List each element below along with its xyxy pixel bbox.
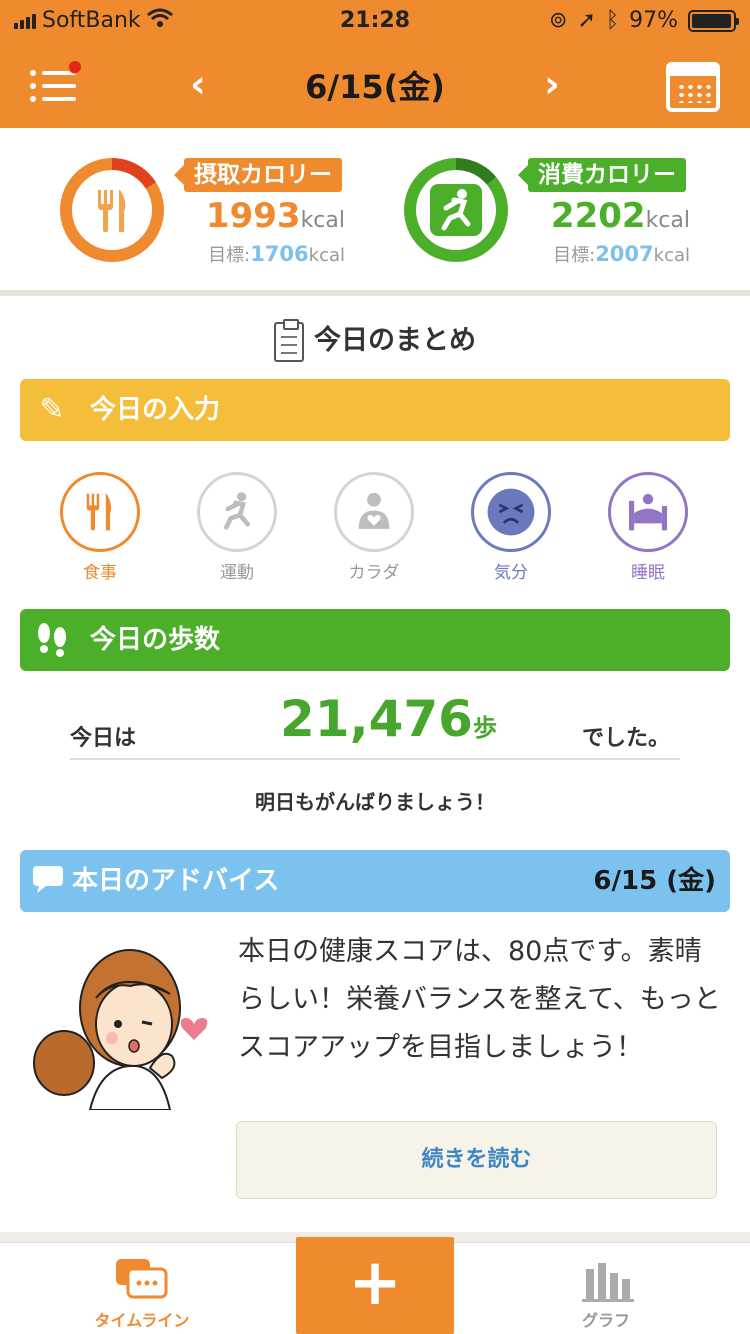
intake-ring[interactable] <box>60 158 164 262</box>
input-meal[interactable]: 食事 <box>58 472 142 583</box>
calendar-icon <box>677 83 711 103</box>
rotation-lock-icon: ⊚ <box>549 8 568 33</box>
body-heart-icon <box>334 472 414 552</box>
chat-bubbles-icon <box>52 1255 232 1307</box>
notification-badge <box>68 60 82 74</box>
bar-chart-icon <box>516 1255 696 1307</box>
advice-section-header: 本日のアドバイス 6/15 (金) <box>20 850 730 912</box>
app-screen: SoftBank 21:28 ⊚ ➚ ᛒ 97% ‹ 6/15(金) › 摂取カ… <box>0 0 750 1334</box>
running-person-icon <box>416 170 496 250</box>
fork-knife-icon <box>72 170 152 250</box>
tab-graph[interactable]: グラフ <box>516 1243 696 1334</box>
read-more-button[interactable]: 続きを読む <box>236 1121 717 1199</box>
menu-button[interactable] <box>30 60 82 106</box>
bluetooth-icon: ᛒ <box>605 8 620 33</box>
speech-bubble-icon <box>30 862 66 900</box>
burn-ring[interactable] <box>404 158 508 262</box>
advice-date: 6/15 (金) <box>593 866 716 896</box>
calorie-summary: 摂取カロリー 1993kcal 目標:1706kcal 消費カロリー 2202k… <box>0 128 750 296</box>
input-mood[interactable]: 気分 <box>469 472 553 583</box>
advice-text: 本日の健康スコアは、80点です。素晴らしい！栄養バランスを整えて、もっとスコアア… <box>238 936 721 1063</box>
burn-value: 2202kcal <box>550 196 690 236</box>
input-label: 運動 <box>220 563 254 583</box>
status-bar: SoftBank 21:28 ⊚ ➚ ᛒ 97% <box>0 0 750 40</box>
burn-goal: 目標:2007kcal <box>553 242 690 266</box>
steps-prefix: 今日は <box>70 726 137 751</box>
location-icon: ➚ <box>577 8 596 33</box>
intake-value: 1993kcal <box>205 196 345 236</box>
input-exercise[interactable]: 運動 <box>195 472 279 583</box>
calendar-button[interactable] <box>666 62 720 112</box>
steps-message: 明日もがんばりましょう！ <box>255 790 495 814</box>
steps-section-header: 今日の歩数 <box>20 609 730 671</box>
add-entry-button[interactable]: + <box>296 1237 454 1334</box>
battery-icon <box>688 9 739 32</box>
next-day-button[interactable]: › <box>532 60 572 108</box>
summary-title: 今日のまとめ <box>0 318 750 362</box>
input-label: 睡眠 <box>631 563 665 583</box>
input-label: 食事 <box>83 563 117 583</box>
running-person-icon <box>197 472 277 552</box>
fork-knife-icon <box>60 472 140 552</box>
tab-timeline-label: タイムライン <box>94 1311 190 1330</box>
footprints-icon <box>34 621 70 659</box>
battery-percent: 97% <box>629 8 678 33</box>
intake-goal: 目標:1706kcal <box>208 242 345 266</box>
clipboard-icon <box>274 318 304 362</box>
burn-label: 消費カロリー <box>518 158 686 192</box>
input-sleep[interactable]: 睡眠 <box>606 472 690 583</box>
input-label: カラダ <box>348 563 400 583</box>
steps-count: 21,476歩 <box>280 690 497 748</box>
advisor-avatar <box>30 928 220 1111</box>
prev-day-button[interactable]: ‹ <box>178 60 218 108</box>
tab-timeline[interactable]: タイムライン <box>52 1243 232 1334</box>
mood-face-icon <box>471 472 551 552</box>
input-body[interactable]: カラダ <box>332 472 416 583</box>
input-section-header: ✎ 今日の入力 <box>20 379 730 441</box>
input-label: 気分 <box>494 563 528 583</box>
steps-suffix: でした。 <box>581 726 670 751</box>
nav-bar: ‹ 6/15(金) › <box>0 40 750 128</box>
pencil-icon: ✎ <box>39 392 65 427</box>
bed-icon <box>608 472 688 552</box>
tab-graph-label: グラフ <box>581 1311 630 1330</box>
status-right: ⊚ ➚ ᛒ 97% <box>549 8 739 33</box>
intake-label: 摂取カロリー <box>174 158 342 192</box>
current-date: 6/15(金) <box>305 68 445 106</box>
steps-row: 今日は 21,476歩 でした。 <box>70 690 680 760</box>
header: SoftBank 21:28 ⊚ ➚ ᛒ 97% ‹ 6/15(金) › <box>0 0 750 128</box>
